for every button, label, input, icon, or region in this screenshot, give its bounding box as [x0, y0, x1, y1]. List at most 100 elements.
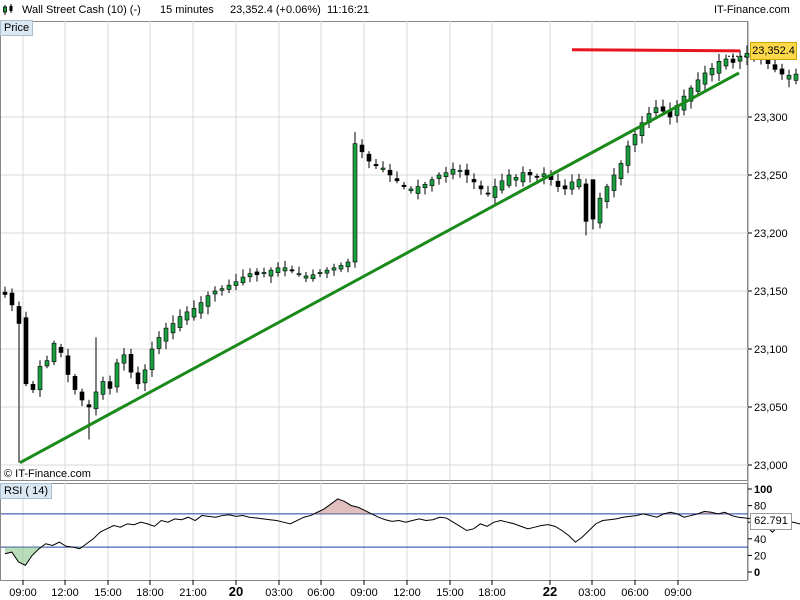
- candlestick: [562, 179, 568, 195]
- price-panel: 23,000 23,050 23,100 23,150 23,200 23,250 23,3…: [0, 21, 799, 580]
- candlestick: [506, 169, 512, 188]
- x-tick-label: 09:00: [664, 587, 692, 599]
- candlestick: [121, 348, 127, 371]
- candle-body: [422, 183, 428, 189]
- candle-body: [611, 174, 617, 191]
- candle-body: [142, 369, 148, 384]
- candlestick: [268, 267, 274, 283]
- x-tick-label: 06:00: [307, 587, 335, 599]
- candle-body: [632, 134, 638, 146]
- candle-body: [58, 346, 64, 353]
- candle-body: [660, 106, 666, 112]
- candle-body: [499, 180, 505, 191]
- candle-body: [702, 72, 708, 85]
- rsi-tick-label: 0: [754, 567, 760, 579]
- candle-body: [121, 354, 127, 364]
- candle-body: [51, 342, 57, 363]
- candlestick: [709, 63, 715, 82]
- candle-body: [723, 58, 729, 67]
- candle-body: [583, 183, 589, 222]
- candle-body: [716, 61, 722, 74]
- candle-body: [184, 311, 190, 321]
- candlestick: [198, 296, 204, 319]
- candlestick: [261, 267, 267, 278]
- candle-body: [737, 56, 743, 62]
- rsi-tick-label: 20: [754, 550, 766, 562]
- candlestick: [289, 265, 295, 274]
- candle-body: [205, 295, 211, 307]
- watermark: © IT-Finance.com: [4, 468, 91, 480]
- candle-body: [415, 186, 421, 194]
- x-tick-label: 03:00: [265, 587, 293, 599]
- x-tick-label: 15:00: [94, 587, 122, 599]
- candle-body: [16, 306, 22, 324]
- candlestick: [366, 151, 372, 169]
- candlestick: [135, 366, 141, 390]
- candlestick: [338, 262, 344, 273]
- candle-body: [779, 68, 785, 75]
- candlestick: [23, 311, 29, 387]
- rsi-line: [4, 498, 800, 566]
- candlestick: [520, 166, 526, 187]
- candle-body: [695, 79, 701, 92]
- candlestick: [219, 285, 225, 296]
- candle-body: [653, 107, 659, 113]
- candle-body: [163, 327, 169, 342]
- candlestick: [247, 268, 253, 283]
- candle-body: [254, 271, 260, 276]
- candlestick: [569, 174, 575, 195]
- candle-body: [625, 145, 631, 166]
- candlestick: [779, 63, 785, 80]
- candle-body: [177, 316, 183, 328]
- candle-body: [373, 164, 379, 167]
- candlestick: [786, 69, 792, 88]
- candlestick: [471, 173, 477, 189]
- candle-body: [534, 175, 540, 178]
- candle-body: [401, 184, 407, 187]
- candle-body: [387, 169, 393, 176]
- candle-body: [303, 275, 309, 279]
- candlestick: [2, 286, 8, 298]
- candlestick: [65, 348, 71, 383]
- candle-body: [471, 179, 477, 183]
- candlestick: [730, 53, 736, 69]
- candlestick: [394, 171, 400, 184]
- price-panel-tag: Price: [0, 20, 34, 36]
- candle-body: [618, 163, 624, 179]
- candlestick: [16, 301, 22, 463]
- candle-body: [485, 192, 491, 195]
- candle-body: [9, 292, 15, 306]
- candlestick: [142, 364, 148, 392]
- candle-body: [261, 272, 267, 274]
- candle-body: [338, 265, 344, 270]
- candle-body: [408, 188, 414, 192]
- x-tick-label: 21:00: [179, 587, 207, 599]
- candlestick: [576, 173, 582, 190]
- candlestick: [695, 72, 701, 96]
- candlestick: [30, 380, 36, 393]
- candlestick: [205, 291, 211, 315]
- candle-body: [394, 178, 400, 182]
- candlestick: [51, 340, 57, 366]
- candle-body: [296, 273, 302, 276]
- candle-body: [352, 143, 358, 263]
- candlestick: [233, 273, 239, 291]
- candle-body: [576, 179, 582, 188]
- candle-body: [310, 274, 316, 280]
- price-tick-label: 23,050: [754, 402, 788, 414]
- x-tick-label: 12:00: [51, 587, 79, 599]
- candlestick: [793, 68, 799, 85]
- candlestick: [723, 54, 729, 70]
- candlestick: [296, 266, 302, 277]
- candle-body: [506, 174, 512, 186]
- candlestick: [387, 163, 393, 183]
- rsi-last-value-badge: 62.791: [750, 513, 792, 530]
- price-tick-label: 23,100: [754, 344, 788, 356]
- candle-body: [380, 167, 386, 170]
- candlestick: [72, 374, 78, 395]
- candle-body: [457, 170, 463, 172]
- candlestick: [212, 286, 218, 302]
- candlestick: [499, 173, 505, 194]
- x-axis: 09:00 12:00 15:00 18:00 21:00 20 03:00 06:00 09:…: [9, 580, 692, 599]
- candle-body: [79, 391, 85, 401]
